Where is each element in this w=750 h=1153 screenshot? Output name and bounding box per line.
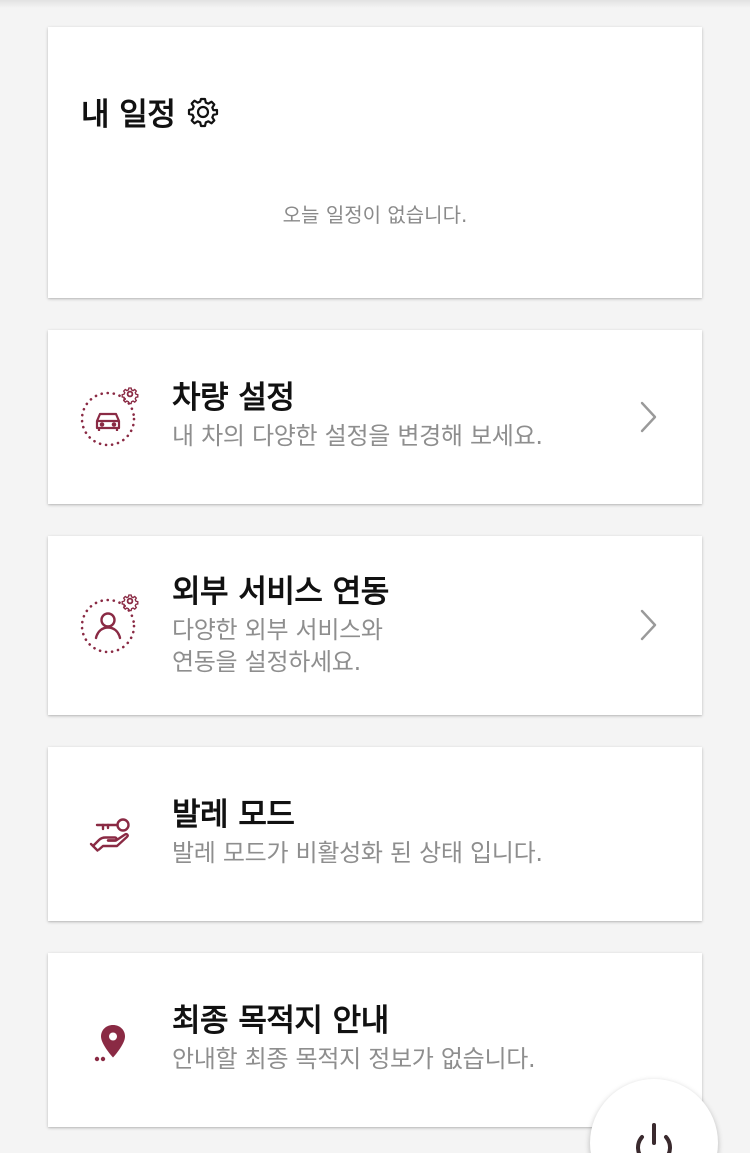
app-page: 내 일정 오늘 일정이 없습니다. 차량 설정 내 차의 다양한 설정을 변경해…	[0, 0, 750, 1153]
menu-title: 외부 서비스 연동	[172, 574, 389, 610]
location-pin-icon	[78, 1009, 144, 1075]
key-hand-icon	[78, 803, 144, 869]
header-shadow	[0, 0, 750, 8]
valet-mode-texts: 발레 모드 발레 모드가 비활성화 된 상태 입니다.	[172, 795, 543, 869]
car-gear-icon	[78, 384, 144, 450]
menu-description-line: 다양한 외부 서비스와	[172, 616, 383, 644]
schedule-title: 내 일정	[81, 97, 176, 133]
empty-schedule-message: 오늘 일정이 없습니다.	[282, 203, 468, 227]
menu-description: 내 차의 다양한 설정을 변경해 보세요.	[172, 422, 543, 450]
menu-title: 차량 설정	[172, 380, 295, 416]
menu-description: 다양한 외부 서비스와 연동을 설정하세요.	[172, 614, 389, 678]
valet-mode-item[interactable]: 발레 모드 발레 모드가 비활성화 된 상태 입니다.	[48, 747, 702, 921]
gear-icon[interactable]	[187, 96, 219, 128]
menu-description: 안내할 최종 목적지 정보가 없습니다.	[172, 1045, 536, 1073]
external-services-item[interactable]: 외부 서비스 연동 다양한 외부 서비스와 연동을 설정하세요.	[48, 536, 702, 715]
menu-description: 발레 모드가 비활성화 된 상태 입니다.	[172, 839, 543, 867]
vehicle-settings-texts: 차량 설정 내 차의 다양한 설정을 변경해 보세요.	[172, 378, 543, 452]
chevron-right-icon	[640, 609, 657, 641]
vehicle-settings-item[interactable]: 차량 설정 내 차의 다양한 설정을 변경해 보세요.	[48, 330, 702, 504]
menu-title: 발레 모드	[172, 797, 295, 833]
schedule-card: 내 일정 오늘 일정이 없습니다.	[48, 27, 702, 298]
person-gear-icon	[78, 591, 144, 657]
power-icon	[636, 1123, 672, 1153]
final-destination-item[interactable]: 최종 목적지 안내 안내할 최종 목적지 정보가 없습니다.	[48, 953, 702, 1127]
menu-description-line: 연동을 설정하세요.	[172, 648, 361, 676]
schedule-header: 내 일정	[81, 89, 219, 134]
final-destination-texts: 최종 목적지 안내 안내할 최종 목적지 정보가 없습니다.	[172, 1001, 536, 1075]
external-services-texts: 외부 서비스 연동 다양한 외부 서비스와 연동을 설정하세요.	[172, 572, 389, 678]
menu-title: 최종 목적지 안내	[172, 1003, 389, 1039]
chevron-right-icon	[640, 401, 657, 433]
